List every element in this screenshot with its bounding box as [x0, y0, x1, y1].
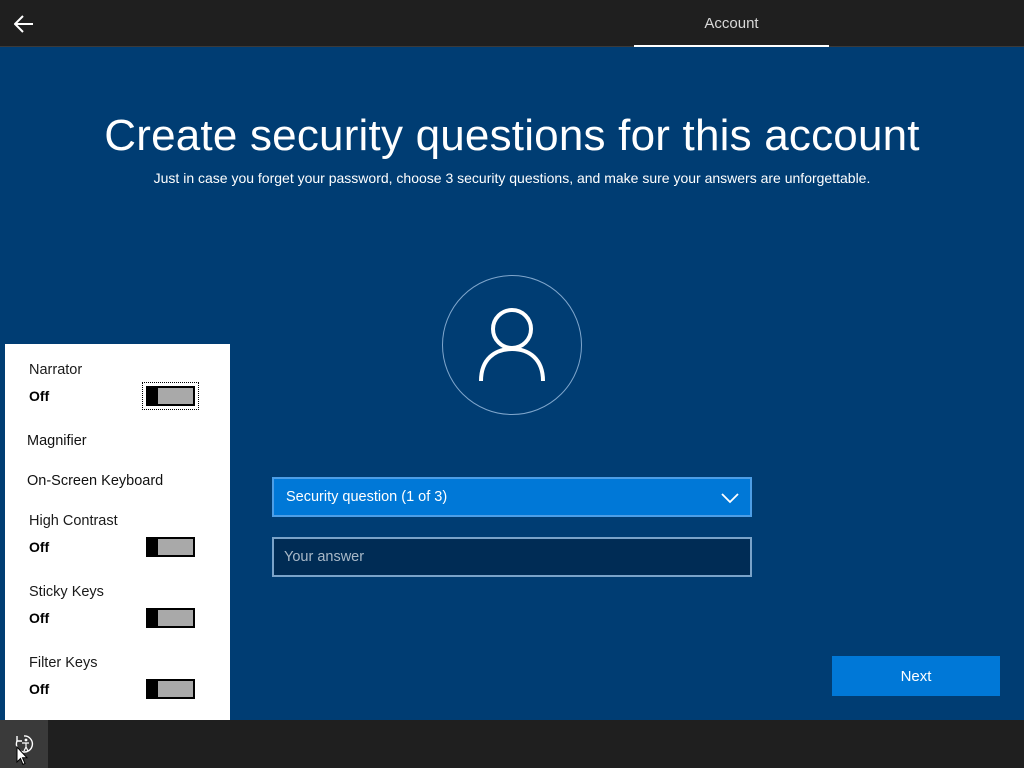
- chevron-down-icon: [721, 493, 739, 504]
- narrator-state: Off: [29, 388, 50, 404]
- onscreen-keyboard-button[interactable]: On-Screen Keyboard: [27, 473, 163, 489]
- narrator-label: Narrator: [29, 362, 83, 378]
- high-contrast-toggle[interactable]: [146, 537, 195, 557]
- top-bar: Account: [0, 0, 1024, 47]
- high-contrast-state: Off: [29, 539, 50, 555]
- filter-keys-label: Filter Keys: [29, 655, 98, 671]
- answer-input[interactable]: [272, 537, 752, 577]
- ease-of-access-panel: Narrator Off Magnifier On-Screen Keyboar…: [5, 344, 230, 720]
- bottom-bar: [0, 720, 1024, 768]
- user-icon: [479, 308, 545, 382]
- toggle-knob: [148, 539, 158, 555]
- sticky-keys-label: Sticky Keys: [29, 584, 104, 600]
- next-button[interactable]: Next: [832, 656, 1000, 696]
- back-button[interactable]: [8, 8, 40, 40]
- arrow-left-icon: [14, 15, 33, 33]
- page-subtitle: Just in case you forget your password, c…: [153, 170, 871, 186]
- page-title: Create security questions for this accou…: [104, 111, 920, 160]
- filter-keys-state: Off: [29, 681, 50, 697]
- sticky-keys-toggle[interactable]: [146, 608, 195, 628]
- toggle-knob: [148, 610, 158, 626]
- security-question-label: Security question (1 of 3): [286, 489, 448, 505]
- narrator-toggle[interactable]: [142, 382, 199, 410]
- tab-account[interactable]: Account: [634, 0, 829, 47]
- filter-keys-toggle[interactable]: [146, 679, 195, 699]
- security-question-dropdown[interactable]: Security question (1 of 3): [272, 477, 752, 517]
- sticky-keys-state: Off: [29, 610, 50, 626]
- magnifier-button[interactable]: Magnifier: [27, 433, 87, 449]
- toggle-knob: [148, 681, 158, 697]
- mouse-cursor-icon: [16, 746, 28, 766]
- toggle-knob: [148, 388, 158, 404]
- high-contrast-label: High Contrast: [29, 513, 118, 529]
- avatar: [442, 275, 582, 415]
